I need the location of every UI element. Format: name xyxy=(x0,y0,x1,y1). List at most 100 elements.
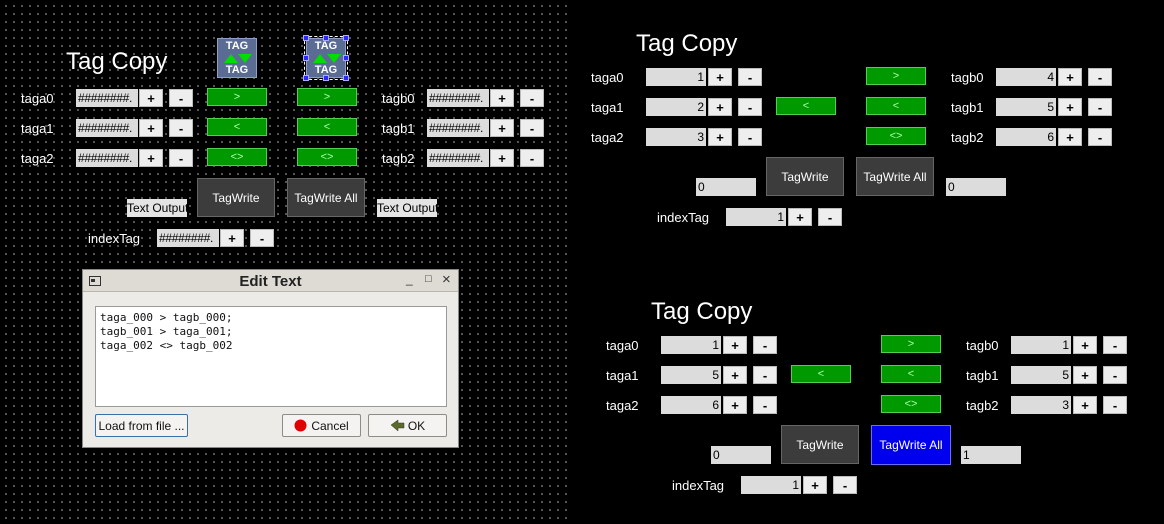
r1-taga0-field[interactable]: 1 xyxy=(646,68,706,86)
edit-text-area[interactable]: taga_000 > tagb_000; tagb_001 > taga_001… xyxy=(95,306,447,407)
r2-taga0-plus-button[interactable]: + xyxy=(723,336,747,354)
taga0-field[interactable]: ########. xyxy=(76,89,138,107)
dialog-titlebar[interactable]: Edit Text _ □ × xyxy=(83,270,458,292)
copy-a0-to-b0-button[interactable]: > xyxy=(207,88,267,106)
r2-swap-a2-b2-button[interactable]: <> xyxy=(881,395,941,413)
r1-taga1-field[interactable]: 2 xyxy=(646,98,706,116)
r2-indextag-minus-button[interactable]: - xyxy=(833,476,857,494)
r1-tagwrite-all-button[interactable]: TagWrite All xyxy=(856,157,934,196)
tagb1-minus-button[interactable]: - xyxy=(520,119,544,137)
tagb1-plus-button[interactable]: + xyxy=(490,119,514,137)
r1-copy-b1-to-a1-button[interactable]: < xyxy=(776,97,836,115)
r2-indextag-plus-button[interactable]: + xyxy=(803,476,827,494)
tag-copy-icon[interactable]: TAG TAG xyxy=(217,38,257,78)
taga1-minus-button[interactable]: - xyxy=(169,119,193,137)
r1-taga2-plus-button[interactable]: + xyxy=(708,128,732,146)
r1-tagb0-plus-button[interactable]: + xyxy=(1058,68,1082,86)
r2-indextag-field[interactable]: 1 xyxy=(741,476,801,494)
r1-tagb1-minus-button[interactable]: - xyxy=(1088,98,1112,116)
r2-taga2-plus-button[interactable]: + xyxy=(723,396,747,414)
resize-handle[interactable] xyxy=(343,75,349,81)
r2-tagb2-minus-button[interactable]: - xyxy=(1103,396,1127,414)
r2-tagb2-plus-button[interactable]: + xyxy=(1073,396,1097,414)
r1-tagb1-field[interactable]: 5 xyxy=(996,98,1056,116)
r1-tagb2-minus-button[interactable]: - xyxy=(1088,128,1112,146)
swap-a2-b2-button[interactable]: <> xyxy=(207,148,267,166)
r2-copy-a0-to-b0-button[interactable]: > xyxy=(881,335,941,353)
r1-swap-a2-b2-button[interactable]: <> xyxy=(866,127,926,145)
r1-taga0-plus-button[interactable]: + xyxy=(708,68,732,86)
tagb1-field[interactable]: ########. xyxy=(427,119,489,137)
r1-indextag-minus-button[interactable]: - xyxy=(818,208,842,226)
resize-handle[interactable] xyxy=(343,35,349,41)
copy-a0-to-b0-button-2[interactable]: > xyxy=(297,88,357,106)
r1-taga2-field[interactable]: 3 xyxy=(646,128,706,146)
r1-taga2-minus-button[interactable]: - xyxy=(738,128,762,146)
tagb2-plus-button[interactable]: + xyxy=(490,149,514,167)
r2-tagwrite-button[interactable]: TagWrite xyxy=(781,425,859,464)
resize-handle[interactable] xyxy=(323,75,329,81)
r1-tagb2-field[interactable]: 6 xyxy=(996,128,1056,146)
tagb2-minus-button[interactable]: - xyxy=(520,149,544,167)
copy-b1-to-a1-button[interactable]: < xyxy=(207,118,267,136)
r2-tagb0-field[interactable]: 1 xyxy=(1011,336,1071,354)
r1-tagb2-plus-button[interactable]: + xyxy=(1058,128,1082,146)
taga2-minus-button[interactable]: - xyxy=(169,149,193,167)
swap-a2-b2-button-2[interactable]: <> xyxy=(297,148,357,166)
r1-tagb0-minus-button[interactable]: - xyxy=(1088,68,1112,86)
r2-taga1-minus-button[interactable]: - xyxy=(753,366,777,384)
indextag-plus-button[interactable]: + xyxy=(220,229,244,247)
resize-handle[interactable] xyxy=(303,55,309,61)
r1-tagb0-field[interactable]: 4 xyxy=(996,68,1056,86)
tag-copy-icon-selected[interactable]: TAG TAG xyxy=(303,35,349,81)
r1-tagb1-plus-button[interactable]: + xyxy=(1058,98,1082,116)
maximize-icon[interactable]: □ xyxy=(425,273,432,285)
r2-copy-b1-to-a1-button-2[interactable]: < xyxy=(881,365,941,383)
cancel-button[interactable]: Cancel xyxy=(282,414,361,437)
r2-taga2-field[interactable]: 6 xyxy=(661,396,721,414)
r1-copy-a0-to-b0-button[interactable]: > xyxy=(866,67,926,85)
tagb0-plus-button[interactable]: + xyxy=(490,89,514,107)
r1-taga0-minus-button[interactable]: - xyxy=(738,68,762,86)
r2-tagb0-minus-button[interactable]: - xyxy=(1103,336,1127,354)
load-from-file-button[interactable]: Load from file ... xyxy=(95,414,188,437)
r2-tagb1-plus-button[interactable]: + xyxy=(1073,366,1097,384)
r1-indextag-plus-button[interactable]: + xyxy=(788,208,812,226)
r2-taga0-field[interactable]: 1 xyxy=(661,336,721,354)
r2-taga1-plus-button[interactable]: + xyxy=(723,366,747,384)
r2-copy-b1-to-a1-button[interactable]: < xyxy=(791,365,851,383)
r2-tagwrite-all-button[interactable]: TagWrite All xyxy=(871,425,951,465)
copy-b1-to-a1-button-2[interactable]: < xyxy=(297,118,357,136)
r2-tagb2-field[interactable]: 3 xyxy=(1011,396,1071,414)
r2-taga2-minus-button[interactable]: - xyxy=(753,396,777,414)
taga1-plus-button[interactable]: + xyxy=(139,119,163,137)
r1-indextag-field[interactable]: 1 xyxy=(726,208,786,226)
r2-taga1-field[interactable]: 5 xyxy=(661,366,721,384)
resize-handle[interactable] xyxy=(323,35,329,41)
indextag-minus-button[interactable]: - xyxy=(250,229,274,247)
close-icon[interactable]: × xyxy=(442,271,451,288)
r1-copy-b1-to-a1-button-2[interactable]: < xyxy=(866,97,926,115)
taga2-plus-button[interactable]: + xyxy=(139,149,163,167)
taga0-minus-button[interactable]: - xyxy=(169,89,193,107)
r2-taga0-minus-button[interactable]: - xyxy=(753,336,777,354)
tagwrite-all-button[interactable]: TagWrite All xyxy=(287,178,365,217)
taga1-field[interactable]: ########. xyxy=(76,119,138,137)
ok-button[interactable]: OK xyxy=(368,414,447,437)
minimize-icon[interactable]: _ xyxy=(406,272,413,286)
r2-tagb1-minus-button[interactable]: - xyxy=(1103,366,1127,384)
r1-taga1-minus-button[interactable]: - xyxy=(738,98,762,116)
r1-tagwrite-button[interactable]: TagWrite xyxy=(766,157,844,196)
resize-handle[interactable] xyxy=(303,35,309,41)
resize-handle[interactable] xyxy=(343,55,349,61)
resize-handle[interactable] xyxy=(303,75,309,81)
editor-canvas[interactable]: Tag Copy TAG TAG TAG TAG taga0 ########.… xyxy=(0,0,570,524)
r1-taga1-plus-button[interactable]: + xyxy=(708,98,732,116)
taga0-plus-button[interactable]: + xyxy=(139,89,163,107)
tagb0-minus-button[interactable]: - xyxy=(520,89,544,107)
r2-tagb0-plus-button[interactable]: + xyxy=(1073,336,1097,354)
tagb2-field[interactable]: ########. xyxy=(427,149,489,167)
r2-tagb1-field[interactable]: 5 xyxy=(1011,366,1071,384)
tagb0-field[interactable]: ########. xyxy=(427,89,489,107)
taga2-field[interactable]: ########. xyxy=(76,149,138,167)
